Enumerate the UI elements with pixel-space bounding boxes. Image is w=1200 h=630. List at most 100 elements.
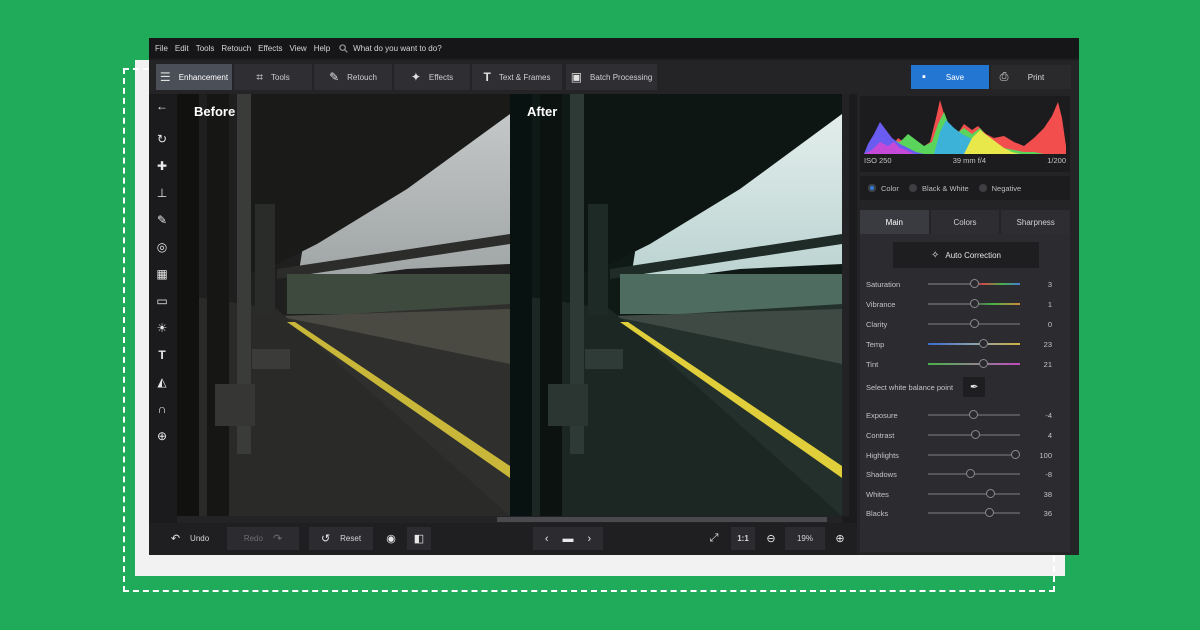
slider-track[interactable]: [928, 430, 1020, 439]
menu-edit[interactable]: Edit: [175, 44, 189, 53]
slider-track[interactable]: [928, 299, 1020, 308]
undo-button[interactable]: ↶ Undo: [155, 527, 225, 550]
redo-button[interactable]: Redo ↷: [227, 527, 299, 550]
tab-effects[interactable]: ✦ Effects: [394, 64, 470, 90]
gradient-icon[interactable]: ▦: [153, 265, 171, 283]
text-icon[interactable]: T: [153, 346, 171, 364]
slider-tint: Tint 21: [866, 357, 1064, 371]
paint-bucket-icon[interactable]: ◭: [153, 373, 171, 391]
slider-label: Tint: [866, 359, 879, 369]
slider-track[interactable]: [928, 279, 1020, 288]
slider-shadows: Shadows -8: [866, 467, 1064, 481]
slider-label: Temp: [866, 339, 885, 349]
slider-track[interactable]: [928, 410, 1020, 419]
tab-sharpness[interactable]: Sharpness: [1001, 210, 1071, 234]
slider-knob[interactable]: [970, 319, 979, 328]
eyedropper-icon[interactable]: ✒: [963, 377, 986, 397]
healing-icon[interactable]: ✚: [153, 157, 171, 175]
menu-tools[interactable]: Tools: [196, 44, 215, 53]
redo-icon: ↷: [272, 533, 283, 545]
tab-effects-label: Effects: [428, 72, 454, 82]
slider-temp: Temp 23: [866, 337, 1064, 351]
slider-label: Highlights: [866, 450, 899, 460]
slider-label: Blacks: [866, 508, 889, 518]
slider-track[interactable]: [928, 359, 1020, 368]
rotate-icon[interactable]: ↻: [153, 130, 171, 148]
histogram-iso: ISO 250: [864, 156, 892, 165]
mode-color[interactable]: Color: [868, 184, 899, 193]
slider-knob[interactable]: [984, 508, 994, 517]
slider-knob[interactable]: [966, 469, 976, 478]
menu-view[interactable]: View: [289, 44, 306, 53]
left-toolbar: ← ↻ ✚ ⊥ ✎ ◎ ▦ ▭ ☀ T ◭ ∩ ⊕: [149, 94, 175, 516]
scroll-thumb[interactable]: [497, 517, 827, 522]
sliders-icon: ☰: [159, 70, 171, 84]
menu-file[interactable]: File: [155, 44, 168, 53]
eye-icon[interactable]: ◉: [381, 527, 401, 550]
search-icon: [339, 43, 348, 53]
slider-knob[interactable]: [970, 430, 980, 439]
slider-knob[interactable]: [970, 279, 979, 288]
tab-text-frames-label: Text & Frames: [498, 72, 551, 82]
mode-negative-label: Negative: [991, 183, 1022, 193]
chevron-right-icon[interactable]: ›: [588, 533, 592, 545]
menu-help[interactable]: Help: [314, 44, 330, 53]
folder-icon[interactable]: ▬: [563, 533, 574, 545]
slider-knob[interactable]: [969, 410, 979, 419]
slider-track[interactable]: [928, 489, 1020, 498]
reset-button[interactable]: ↺ Reset: [309, 527, 373, 550]
zoom-field[interactable]: 19%: [785, 527, 825, 550]
slider-track[interactable]: [928, 450, 1021, 459]
horizontal-scrollbar[interactable]: [177, 516, 842, 523]
slider-knob[interactable]: [985, 489, 995, 498]
floppy-disk-icon: ▪: [922, 71, 926, 83]
slider-knob[interactable]: [970, 299, 979, 308]
compare-icon[interactable]: ◧: [407, 527, 431, 550]
vignette-icon[interactable]: ▭: [153, 292, 171, 310]
magnet-icon[interactable]: ∩: [153, 400, 171, 418]
slider-track[interactable]: [928, 508, 1020, 517]
sun-icon[interactable]: ☀: [153, 319, 171, 337]
slider-track[interactable]: [928, 469, 1020, 478]
auto-correction-button[interactable]: ✧ Auto Correction: [893, 242, 1039, 268]
menu-effects[interactable]: Effects: [258, 44, 282, 53]
slider-track[interactable]: [928, 319, 1020, 328]
tab-text-frames[interactable]: T Text & Frames: [472, 64, 562, 90]
zoom-in-icon[interactable]: ⊕: [830, 527, 850, 550]
tab-tools[interactable]: ⌗ Tools: [234, 64, 312, 90]
slider-knob[interactable]: [979, 359, 989, 368]
globe-icon[interactable]: ⊕: [153, 427, 171, 445]
menu-retouch[interactable]: Retouch: [221, 44, 251, 53]
slider-value: 4: [1047, 430, 1052, 440]
brush-icon: ✎: [329, 70, 340, 84]
fit-screen-icon[interactable]: ⤢: [704, 527, 724, 550]
before-label: Before: [194, 104, 236, 119]
image-canvas[interactable]: Before After: [177, 94, 842, 516]
tab-main[interactable]: Main: [860, 210, 929, 234]
tab-colors[interactable]: Colors: [930, 210, 1000, 234]
tab-enhancement[interactable]: ☰ Enhancement: [156, 64, 232, 90]
brush-icon[interactable]: ✎: [153, 211, 171, 229]
vertical-scrollbar[interactable]: [842, 94, 849, 516]
slider-knob[interactable]: [979, 339, 989, 348]
slider-track[interactable]: [928, 339, 1020, 348]
mode-black-white[interactable]: Black & White: [908, 184, 969, 193]
tab-retouch[interactable]: ✎ Retouch: [314, 64, 392, 90]
ratio-button[interactable]: 1:1: [731, 527, 755, 550]
reset-label: Reset: [340, 534, 362, 543]
main-tab-body: ✧ Auto Correction Saturation 3 Vibrance …: [860, 234, 1070, 552]
print-button[interactable]: ⎙ Print: [991, 65, 1071, 89]
tab-batch-processing[interactable]: ▣ Batch Processing: [566, 64, 657, 90]
menu-bar: File Edit Tools Retouch Effects View Hel…: [149, 38, 1079, 58]
search-input[interactable]: What do you want to do?: [339, 44, 442, 53]
zoom-out-icon[interactable]: ⊖: [761, 527, 781, 550]
mode-negative[interactable]: Negative: [978, 183, 1022, 193]
back-arrow-icon[interactable]: ←: [153, 97, 171, 115]
radial-icon[interactable]: ◎: [153, 238, 171, 256]
slider-vibrance: Vibrance 1: [866, 297, 1064, 311]
slider-exposure: Exposure -4: [866, 408, 1064, 422]
chevron-left-icon[interactable]: ‹: [545, 533, 549, 545]
after-photo: After: [510, 94, 842, 516]
save-button[interactable]: ▪ Save: [911, 65, 989, 89]
clone-stamp-icon[interactable]: ⊥: [153, 184, 171, 202]
